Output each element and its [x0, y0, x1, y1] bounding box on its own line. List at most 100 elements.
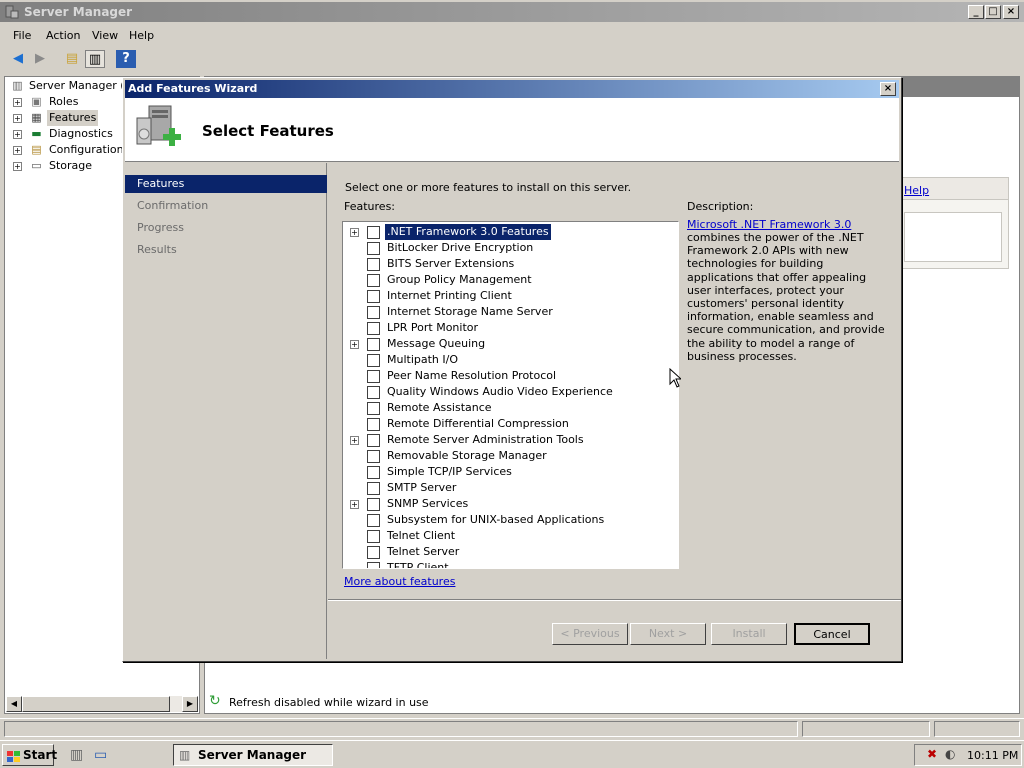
show-hide-console-tree-icon[interactable]: ▥	[85, 50, 105, 68]
nav-step-features[interactable]: Features	[125, 175, 327, 193]
expand-icon[interactable]: +	[350, 228, 359, 237]
feature-checkbox[interactable]	[367, 498, 380, 511]
expand-icon[interactable]: +	[350, 500, 359, 509]
feature-checkbox[interactable]	[367, 402, 380, 415]
feature-label: Remote Differential Compression	[387, 417, 569, 430]
feature-row[interactable]: Simple TCP/IP Services	[343, 464, 663, 480]
menu-action[interactable]: Action	[46, 29, 80, 42]
maximize-button[interactable]: □	[985, 5, 1001, 19]
more-about-features-link[interactable]: More about features	[344, 575, 455, 588]
taskbar-task-server-manager[interactable]: ▥ Server Manager	[173, 744, 333, 766]
feature-checkbox[interactable]	[367, 482, 380, 495]
feature-row[interactable]: Telnet Server	[343, 544, 663, 560]
feature-row[interactable]: Telnet Client	[343, 528, 663, 544]
feature-label: Internet Printing Client	[387, 289, 512, 302]
feature-row[interactable]: Internet Printing Client	[343, 288, 663, 304]
server-manager-task-icon: ▥	[179, 748, 191, 762]
feature-row[interactable]: + Remote Server Administration Tools	[343, 432, 663, 448]
feature-checkbox[interactable]	[367, 514, 380, 527]
feature-label: Peer Name Resolution Protocol	[387, 369, 557, 382]
feature-row[interactable]: BITS Server Extensions	[343, 256, 663, 272]
feature-checkbox[interactable]	[367, 354, 380, 367]
feature-label: Internet Storage Name Server	[387, 305, 553, 318]
menu-help[interactable]: Help	[129, 29, 154, 42]
feature-checkbox[interactable]	[367, 562, 380, 568]
clock[interactable]: 10:11 PM	[967, 749, 1018, 762]
description-link[interactable]: Microsoft .NET Framework 3.0	[687, 218, 851, 231]
up-folder-icon[interactable]: ▤	[62, 50, 82, 68]
feature-checkbox[interactable]	[367, 386, 380, 399]
feature-checkbox[interactable]	[367, 466, 380, 479]
feature-row[interactable]: + .NET Framework 3.0 Features	[343, 224, 663, 240]
wizard-header: Select Features	[125, 98, 899, 162]
scroll-right-button[interactable]: ▶	[182, 696, 198, 712]
feature-row[interactable]: LPR Port Monitor	[343, 320, 663, 336]
wizard-close-button[interactable]: ×	[880, 82, 896, 96]
volume-muted-icon[interactable]: ◐	[945, 747, 955, 761]
feature-row[interactable]: Subsystem for UNIX-based Applications	[343, 512, 663, 528]
minimize-button[interactable]: _	[968, 5, 984, 19]
feature-checkbox[interactable]	[367, 242, 380, 255]
feature-row[interactable]: SMTP Server	[343, 480, 663, 496]
feature-checkbox[interactable]	[367, 450, 380, 463]
expand-icon[interactable]: +	[13, 114, 22, 123]
feature-row[interactable]: Group Policy Management	[343, 272, 663, 288]
feature-checkbox[interactable]	[367, 306, 380, 319]
main-title-bar[interactable]: Server Manager	[0, 2, 1024, 22]
feature-row[interactable]: + SNMP Services	[343, 496, 663, 512]
feature-row[interactable]: Remote Differential Compression	[343, 416, 663, 432]
expand-icon[interactable]: +	[350, 340, 359, 349]
feature-row[interactable]: Removable Storage Manager	[343, 448, 663, 464]
feature-label: Removable Storage Manager	[387, 449, 547, 462]
refresh-icon: ↻	[209, 693, 221, 709]
feature-label: Multipath I/O	[387, 353, 459, 366]
wizard-title-bar[interactable]: Add Features Wizard	[125, 80, 899, 98]
feature-row[interactable]: Internet Storage Name Server	[343, 304, 663, 320]
previous-button[interactable]: < Previous	[552, 623, 628, 645]
expand-icon[interactable]: +	[13, 98, 22, 107]
feature-row[interactable]: Remote Assistance	[343, 400, 663, 416]
feature-label: Group Policy Management	[387, 273, 532, 286]
menu-view[interactable]: View	[92, 29, 118, 42]
quick-launch-desktop-icon[interactable]: ▭	[94, 747, 107, 763]
back-arrow-icon[interactable]: ◀	[8, 50, 28, 68]
feature-checkbox[interactable]	[367, 274, 380, 287]
feature-checkbox[interactable]	[367, 338, 380, 351]
feature-checkbox[interactable]	[367, 258, 380, 271]
feature-row[interactable]: Multipath I/O	[343, 352, 663, 368]
expand-icon[interactable]: +	[13, 162, 22, 171]
feature-checkbox[interactable]	[367, 434, 380, 447]
close-button[interactable]: ×	[1003, 5, 1019, 19]
feature-checkbox[interactable]	[367, 290, 380, 303]
forward-arrow-icon[interactable]: ▶	[30, 50, 50, 68]
feature-row[interactable]: Peer Name Resolution Protocol	[343, 368, 663, 384]
start-button[interactable]: Start	[2, 744, 57, 766]
quick-launch-server-manager-icon[interactable]: ▥	[70, 747, 83, 763]
feature-checkbox[interactable]	[367, 322, 380, 335]
cancel-button[interactable]: Cancel	[794, 623, 870, 645]
feature-row[interactable]: + Message Queuing	[343, 336, 663, 352]
scroll-thumb[interactable]	[22, 696, 170, 712]
expand-icon[interactable]: +	[13, 146, 22, 155]
feature-checkbox[interactable]	[367, 546, 380, 559]
feature-checkbox[interactable]	[367, 530, 380, 543]
expand-icon[interactable]: +	[13, 130, 22, 139]
expand-icon[interactable]: +	[350, 436, 359, 445]
feature-checkbox[interactable]	[367, 370, 380, 383]
feature-row[interactable]: TFTP Client	[343, 560, 663, 568]
network-alert-icon[interactable]: ✖	[927, 747, 937, 761]
scroll-left-button[interactable]: ◀	[6, 696, 22, 712]
features-tree-list[interactable]: + .NET Framework 3.0 Features BitLocker Dr…	[342, 221, 679, 569]
tree-horizontal-scrollbar[interactable]: ◀ ▶	[6, 696, 198, 712]
feature-checkbox[interactable]	[367, 418, 380, 431]
help-link[interactable]: Help	[904, 184, 929, 197]
feature-row[interactable]: Quality Windows Audio Video Experience	[343, 384, 663, 400]
feature-row[interactable]: BitLocker Drive Encryption	[343, 240, 663, 256]
install-button[interactable]: Install	[711, 623, 787, 645]
feature-checkbox[interactable]	[367, 226, 380, 239]
help-icon[interactable]: ?	[116, 50, 136, 68]
next-button[interactable]: Next >	[630, 623, 706, 645]
menu-file[interactable]: File	[13, 29, 31, 42]
configuration-icon: ▤	[31, 143, 42, 156]
help-panel-body	[904, 212, 1002, 262]
